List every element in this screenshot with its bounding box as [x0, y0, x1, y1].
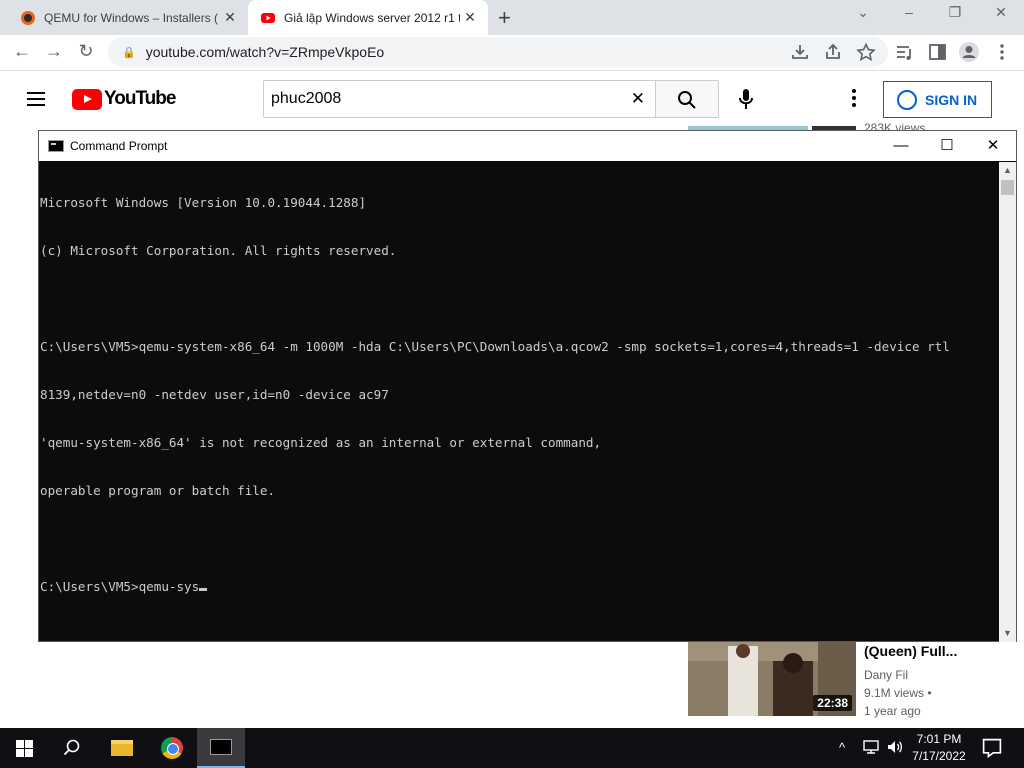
media-control-icon[interactable]: [895, 43, 915, 61]
volume-icon[interactable]: [886, 739, 904, 755]
console-line: 8139,netdev=n0 -netdev user,id=n0 -devic…: [40, 387, 389, 402]
side-panel-icon[interactable]: [928, 43, 948, 61]
maximize-button[interactable]: ☐: [924, 131, 970, 161]
taskbar-search-button[interactable]: [48, 728, 96, 768]
profile-icon[interactable]: [958, 41, 980, 63]
back-button[interactable]: ←: [10, 41, 34, 62]
video-views: 9.1M views •: [864, 686, 932, 700]
console-line: 'qemu-system-x86_64' is not recognized a…: [40, 435, 602, 450]
tab-title: QEMU for Windows – Installers (: [44, 10, 219, 25]
sign-in-label: SIGN IN: [925, 91, 978, 108]
command-prompt-icon: [210, 739, 232, 755]
tab-search-icon[interactable]: ⌄: [848, 4, 878, 21]
vertical-scrollbar[interactable]: ▲ ▼: [999, 162, 1016, 642]
console-output[interactable]: Microsoft Windows [Version 10.0.19044.12…: [39, 162, 999, 642]
restore-button[interactable]: ❐: [940, 4, 970, 21]
console-input-line[interactable]: C:\Users\VM5>qemu-sys: [40, 579, 999, 595]
search-button[interactable]: [655, 80, 719, 118]
minimize-button[interactable]: —: [878, 131, 924, 161]
hamburger-menu-icon[interactable]: [26, 91, 46, 107]
network-icon[interactable]: [862, 739, 880, 755]
show-hidden-icons-chevron-icon[interactable]: ^: [839, 740, 845, 755]
clear-search-icon[interactable]: ✕: [631, 89, 645, 109]
search-icon: [678, 91, 696, 109]
file-explorer-button[interactable]: [98, 728, 146, 768]
video-duration: 22:38: [813, 695, 852, 711]
reload-button[interactable]: ↻: [74, 41, 98, 62]
console-line: Microsoft Windows [Version 10.0.19044.12…: [40, 195, 367, 210]
address-bar[interactable]: 🔒 youtube.com/watch?v=ZRmpeVkpoEo: [108, 37, 888, 67]
tab-title: Giả lập Windows server 2012 r1 t: [284, 10, 460, 25]
scroll-up-icon[interactable]: ▲: [999, 162, 1016, 179]
video-title[interactable]: (Queen) Full...: [864, 643, 957, 659]
console-prompt-text: C:\Users\VM5>qemu-sys: [40, 579, 200, 594]
taskbar: ^ 7:01 PM 7/17/2022: [0, 728, 1024, 768]
browser-tab-strip: QEMU for Windows – Installers ( ✕ Giả lậ…: [0, 0, 1024, 35]
window-title-bar[interactable]: Command Prompt — ☐ ✕: [39, 131, 1016, 161]
download-icon[interactable]: [790, 43, 810, 61]
sign-in-button[interactable]: SIGN IN: [883, 81, 992, 118]
command-prompt-icon: [48, 140, 64, 152]
scroll-down-icon[interactable]: ▼: [999, 625, 1016, 642]
youtube-play-icon: [72, 88, 102, 110]
chrome-icon: [161, 737, 183, 759]
account-circle-icon: [897, 89, 917, 110]
bookmark-star-icon[interactable]: [856, 43, 876, 61]
video-age: 1 year ago: [864, 704, 921, 718]
clock-time: 7:01 PM: [916, 732, 962, 746]
lock-icon[interactable]: 🔒: [122, 46, 136, 59]
youtube-logo[interactable]: YouTube: [72, 88, 176, 110]
start-button[interactable]: [0, 728, 48, 768]
share-icon[interactable]: [823, 43, 843, 61]
console-line: (c) Microsoft Corporation. All rights re…: [40, 243, 397, 258]
console-line: C:\Users\VM5>qemu-system-x86_64 -m 1000M…: [40, 339, 950, 354]
text-cursor: [199, 588, 208, 591]
url-text: youtube.com/watch?v=ZRmpeVkpoEo: [145, 44, 385, 60]
window-title: Command Prompt: [70, 139, 168, 153]
tab-qemu-installers[interactable]: QEMU for Windows – Installers ( ✕: [8, 0, 248, 35]
search-query: phuc2008: [271, 90, 342, 107]
command-prompt-taskbar-button[interactable]: [197, 728, 245, 768]
chrome-taskbar-button[interactable]: [148, 728, 196, 768]
folder-icon: [111, 740, 133, 756]
video-thumbnail[interactable]: 22:38: [688, 641, 856, 716]
system-clock[interactable]: 7:01 PM 7/17/2022: [904, 731, 974, 765]
close-window-button[interactable]: ✕: [986, 4, 1016, 21]
close-tab-icon[interactable]: ✕: [220, 9, 240, 26]
more-options-icon[interactable]: [848, 88, 860, 108]
windows-logo-icon: [15, 739, 33, 757]
browser-toolbar: ← → ↻ 🔒 youtube.com/watch?v=ZRmpeVkpoEo: [0, 35, 1024, 71]
forward-button[interactable]: →: [42, 41, 66, 62]
minimize-button[interactable]: –: [894, 4, 924, 20]
command-prompt-window[interactable]: Command Prompt — ☐ ✕ Microsoft Windows […: [38, 130, 1017, 642]
clock-date: 7/17/2022: [912, 749, 966, 763]
new-tab-button[interactable]: +: [498, 5, 511, 31]
qemu-icon: [21, 10, 35, 25]
notification-center-icon[interactable]: [980, 736, 1004, 760]
microphone-icon[interactable]: [737, 88, 755, 110]
youtube-wordmark: YouTube: [104, 88, 176, 109]
channel-name[interactable]: Dany Fil: [864, 668, 908, 682]
search-icon: [63, 739, 80, 756]
search-input[interactable]: phuc2008 ✕: [263, 80, 656, 118]
tab-youtube-video[interactable]: Giả lập Windows server 2012 r1 t ✕: [248, 0, 488, 35]
youtube-icon: [261, 12, 275, 23]
scrollbar-thumb[interactable]: [1001, 180, 1014, 195]
close-tab-icon[interactable]: ✕: [460, 9, 480, 26]
browser-menu-icon[interactable]: [992, 43, 1012, 61]
close-button[interactable]: ✕: [970, 131, 1016, 161]
console-line: operable program or batch file.: [40, 483, 276, 498]
